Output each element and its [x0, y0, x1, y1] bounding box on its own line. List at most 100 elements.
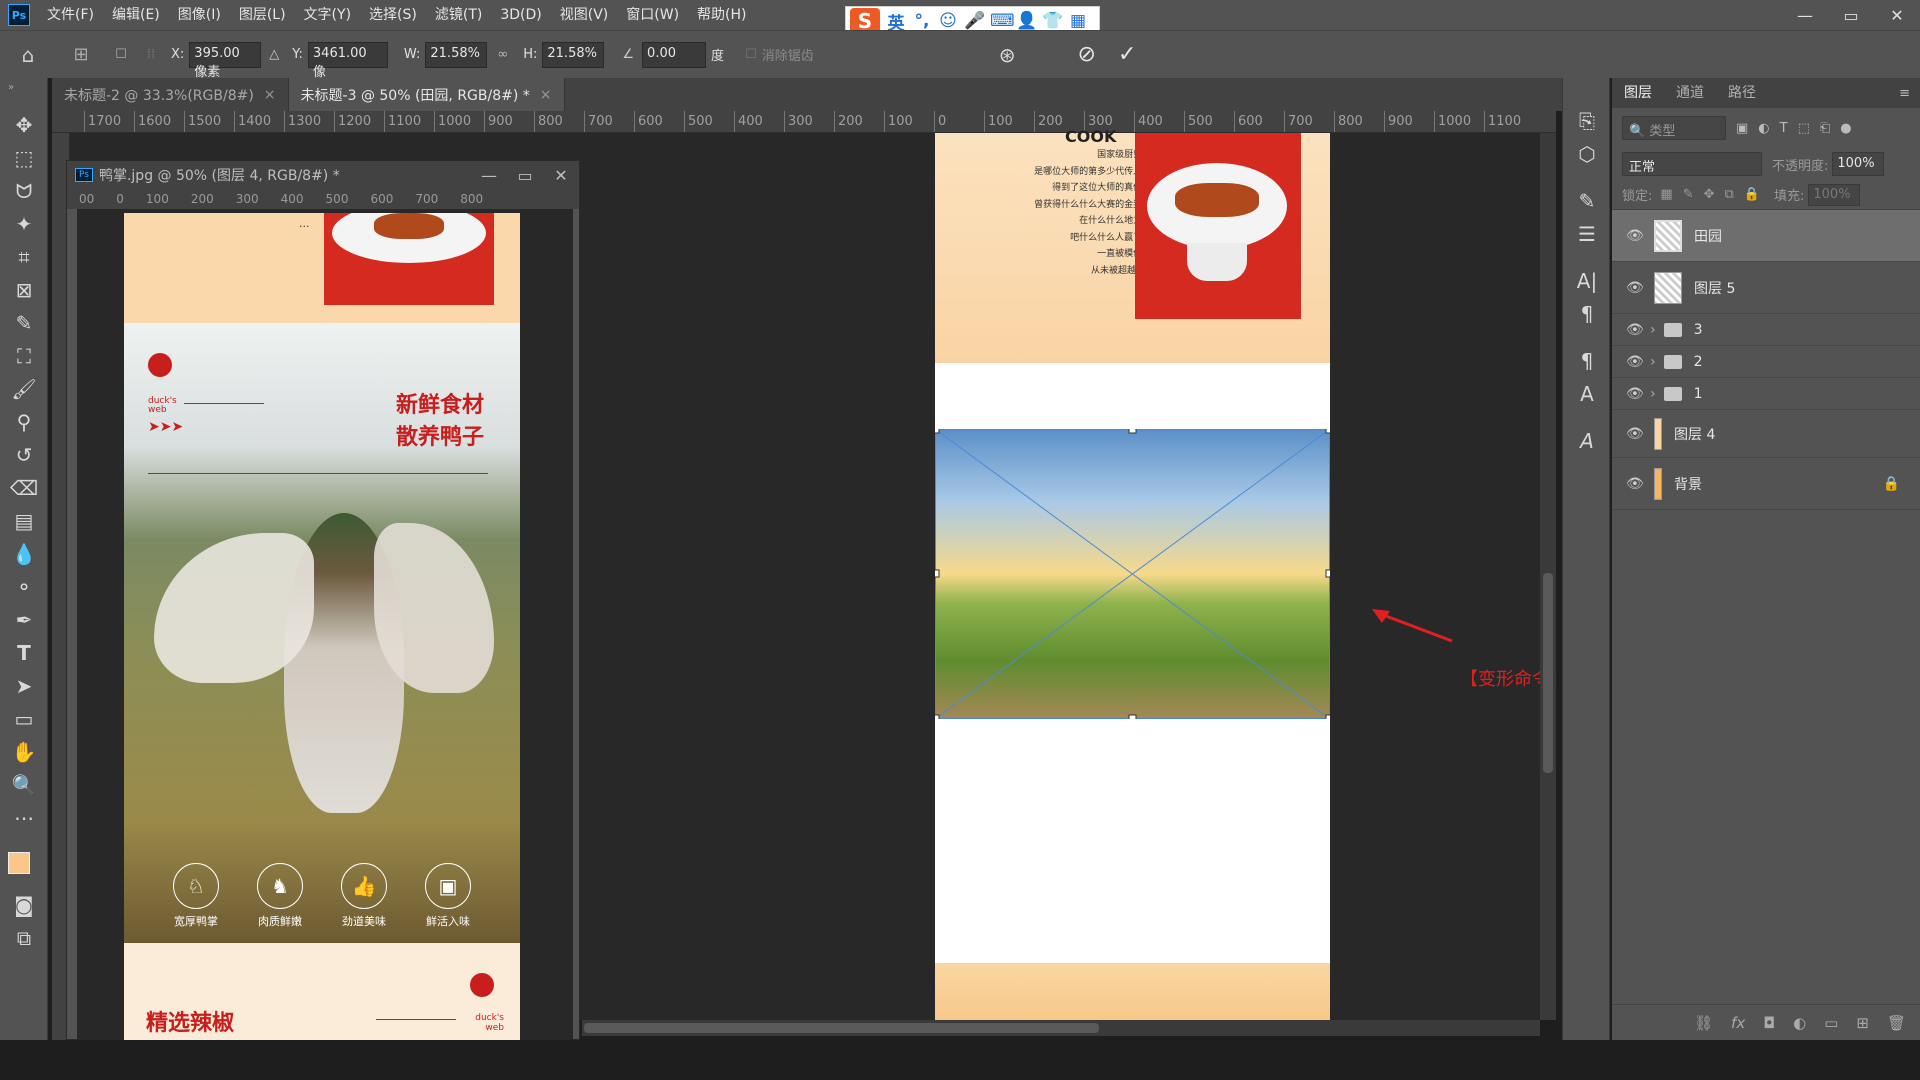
layer-row-background[interactable]: 👁 背景 🔒: [1612, 458, 1920, 510]
float-maximize-button[interactable]: ▭: [507, 166, 543, 185]
menu-view[interactable]: 视图(V): [551, 0, 618, 30]
horizontal-scrollbar[interactable]: [582, 1020, 1540, 1036]
visibility-eye-icon[interactable]: 👁: [1626, 228, 1650, 244]
angle-field[interactable]: 0.00: [642, 41, 707, 68]
float-minimize-button[interactable]: —: [471, 166, 507, 185]
shape-tool-icon[interactable]: ▭: [0, 702, 48, 735]
vertical-scrollbar[interactable]: [1540, 133, 1556, 1020]
lock-move-icon[interactable]: ✥: [1704, 187, 1715, 202]
w-field[interactable]: 21.58%: [425, 41, 488, 68]
eyedropper-tool-icon[interactable]: ✎: [0, 306, 48, 339]
new-group-icon[interactable]: ▭: [1824, 1014, 1838, 1032]
filter-smart-icon[interactable]: ⎗: [1820, 121, 1830, 136]
visibility-eye-icon[interactable]: 👁: [1626, 386, 1650, 402]
minimize-button[interactable]: —: [1782, 0, 1828, 30]
shirt-icon[interactable]: 👕: [1042, 11, 1063, 31]
commit-transform-icon[interactable]: ✓: [1118, 42, 1136, 67]
layer-row[interactable]: 👁 图层 5: [1612, 262, 1920, 314]
panel-menu-icon[interactable]: ≡: [1899, 86, 1910, 101]
pen-tool-icon[interactable]: ✒: [0, 603, 48, 636]
menu-window[interactable]: 窗口(W): [617, 0, 688, 30]
reference-point-icon[interactable]: ⁞⁞: [136, 47, 166, 62]
character-panel-icon[interactable]: A|: [1563, 264, 1611, 297]
mic-icon[interactable]: 🎤: [964, 11, 985, 31]
fill-field[interactable]: 100%: [1808, 183, 1861, 206]
link-layers-icon[interactable]: ⛓: [1694, 1014, 1713, 1032]
visibility-eye-icon[interactable]: 👁: [1626, 280, 1650, 296]
y-field[interactable]: 3461.00 像: [307, 41, 388, 80]
vertical-scroll-thumb[interactable]: [1543, 573, 1553, 773]
layer-row-field[interactable]: 👁 田园: [1612, 210, 1920, 262]
menu-layer[interactable]: 图层(L): [230, 0, 295, 30]
filter-adjust-icon[interactable]: ◐: [1758, 121, 1769, 136]
visibility-eye-icon[interactable]: 👁: [1626, 354, 1650, 370]
pastoral-image-layer[interactable]: [935, 429, 1330, 719]
menu-help[interactable]: 帮助(H): [688, 0, 755, 30]
more-tools-icon[interactable]: ⋯: [0, 801, 48, 834]
menu-image[interactable]: 图像(I): [169, 0, 230, 30]
menu-filter[interactable]: 滤镜(T): [426, 0, 491, 30]
h-field[interactable]: 21.58%: [542, 41, 605, 68]
link-icon[interactable]: ∞: [497, 47, 508, 62]
move-tool-icon[interactable]: ✥: [0, 108, 48, 141]
keyboard-icon[interactable]: ⌨: [990, 11, 1015, 31]
dodge-tool-icon[interactable]: ⚬: [0, 570, 48, 603]
filter-shape-icon[interactable]: ⬚: [1798, 121, 1810, 136]
marquee-tool-icon[interactable]: ⬚: [0, 141, 48, 174]
layer-filter-select[interactable]: 🔍 类型: [1622, 116, 1726, 140]
screen-mode-icon[interactable]: ⧉: [0, 921, 48, 954]
menu-file[interactable]: 文件(F): [38, 0, 103, 30]
magic-wand-tool-icon[interactable]: ✦: [0, 207, 48, 240]
menu-3d[interactable]: 3D(D): [491, 0, 550, 30]
hand-tool-icon[interactable]: ✋: [0, 735, 48, 768]
frame-tool-icon[interactable]: ⊠: [0, 273, 48, 306]
duck-poster[interactable]: ... duck's web ➤➤➤ 新鲜食材 散养鸭子 ♘ 宽厚鸭掌 ♞ 肉质鲜嫩…: [124, 213, 520, 1041]
lock-transparent-icon[interactable]: ▦: [1660, 187, 1672, 202]
transform-reference-icon[interactable]: ⊞: [56, 44, 106, 65]
add-mask-icon[interactable]: ◘: [1763, 1014, 1775, 1032]
antialias-checkbox[interactable]: ☐: [745, 47, 757, 62]
brush-tool-icon[interactable]: 🖌: [0, 372, 48, 405]
tab-paths[interactable]: 路径: [1716, 78, 1768, 108]
opacity-field[interactable]: 100%: [1832, 152, 1885, 176]
glyphs-panel-icon[interactable]: A: [1563, 424, 1611, 457]
checkbox-icon[interactable]: ☐: [106, 47, 136, 62]
close-button[interactable]: ✕: [1874, 0, 1920, 30]
character-styles-icon[interactable]: A: [1563, 377, 1611, 410]
history-panel-icon[interactable]: ⎘: [1563, 104, 1611, 137]
lock-all-icon[interactable]: 🔒: [1744, 187, 1760, 202]
adjust-panel-icon[interactable]: ☰: [1563, 217, 1611, 250]
x-field[interactable]: 395.00 像素: [189, 41, 262, 80]
float-close-button[interactable]: ✕: [543, 166, 579, 185]
3d-panel-icon[interactable]: ⬡: [1563, 137, 1611, 170]
visibility-eye-icon[interactable]: 👁: [1626, 322, 1650, 338]
layer-row[interactable]: 👁 图层 4: [1612, 410, 1920, 458]
filter-toggle-icon[interactable]: ●: [1840, 121, 1851, 136]
zoom-tool-icon[interactable]: 🔍: [0, 768, 48, 801]
expand-chevron-icon[interactable]: ›: [1650, 322, 1656, 338]
group-row[interactable]: 👁 › 3: [1612, 314, 1920, 346]
filter-pixel-icon[interactable]: ▣: [1736, 121, 1748, 136]
paragraph-panel-icon[interactable]: ¶: [1563, 297, 1611, 330]
stamp-tool-icon[interactable]: ⚲: [0, 405, 48, 438]
menu-select[interactable]: 选择(S): [360, 0, 426, 30]
horizontal-scroll-thumb[interactable]: [584, 1023, 1099, 1033]
fx-icon[interactable]: fx: [1731, 1014, 1745, 1032]
user-icon[interactable]: 👤: [1016, 11, 1037, 31]
collapse-icon[interactable]: »: [0, 78, 47, 108]
visibility-eye-icon[interactable]: 👁: [1626, 426, 1650, 442]
eraser-tool-icon[interactable]: ⌫: [0, 471, 48, 504]
cancel-transform-icon[interactable]: ⊘: [1078, 42, 1096, 67]
menu-edit[interactable]: 编辑(E): [103, 0, 169, 30]
lasso-tool-icon[interactable]: ᗢ: [0, 174, 48, 207]
quick-mask-icon[interactable]: ◙: [0, 888, 48, 921]
lock-paint-icon[interactable]: ✎: [1683, 187, 1694, 202]
transform-box[interactable]: [935, 429, 1330, 719]
expand-chevron-icon[interactable]: ›: [1650, 354, 1656, 370]
maximize-button[interactable]: ▭: [1828, 0, 1874, 30]
blur-tool-icon[interactable]: 💧: [0, 537, 48, 570]
tab-channels[interactable]: 通道: [1664, 78, 1716, 108]
color-swatches[interactable]: [0, 834, 47, 888]
foreground-color[interactable]: [8, 852, 30, 874]
trash-icon[interactable]: 🗑: [1887, 1014, 1906, 1032]
